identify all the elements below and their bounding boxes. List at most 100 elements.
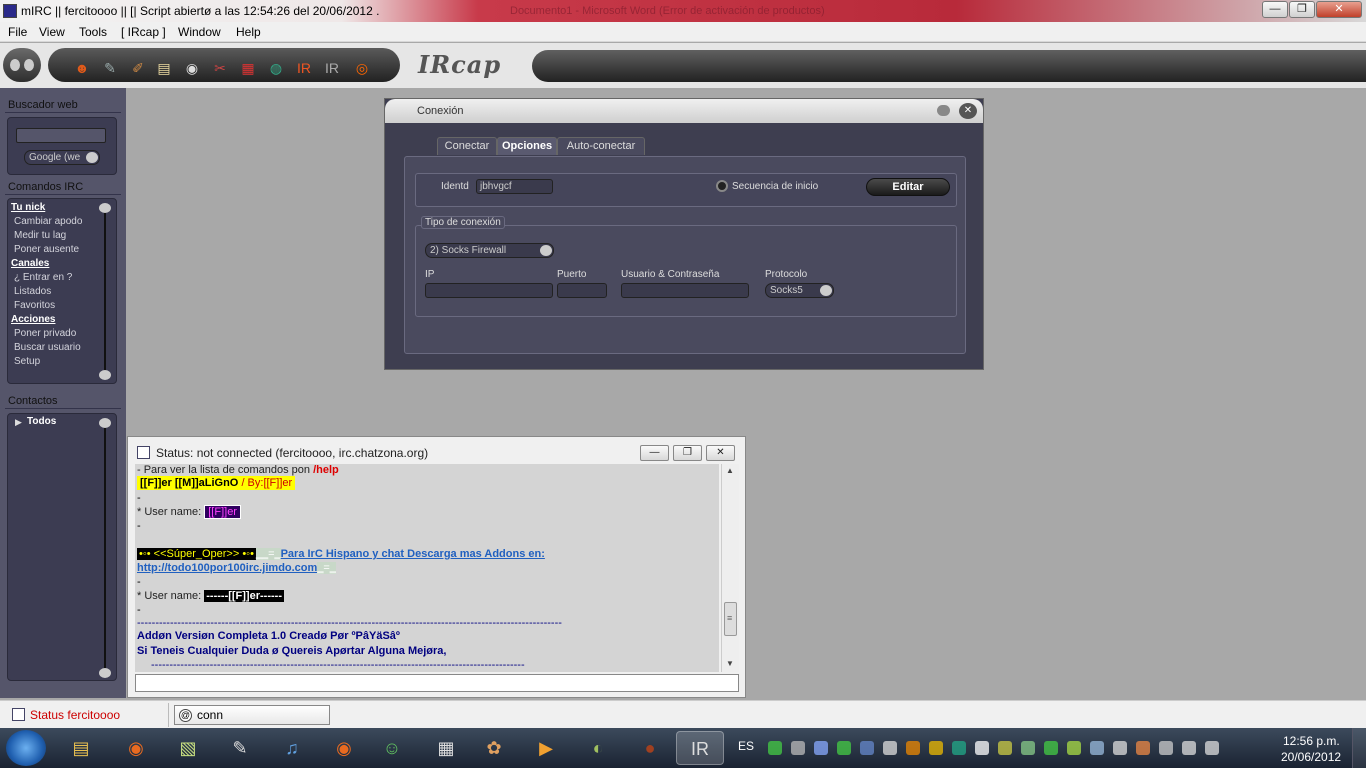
wifi-icon[interactable]	[975, 741, 989, 755]
menu-tools[interactable]: Tools	[79, 25, 107, 39]
close-button[interactable]: ✕	[1316, 1, 1362, 18]
switchbar-status-button[interactable]: Status fercitoooo	[30, 708, 120, 722]
status-close-button[interactable]: ✕	[706, 445, 735, 461]
signal-icon[interactable]	[791, 741, 805, 755]
brush-icon[interactable]: ✐	[128, 58, 148, 78]
notepad-icon[interactable]: ▦	[422, 731, 470, 765]
script-editor-icon[interactable]: ✎	[216, 731, 264, 765]
flag-icon[interactable]	[1182, 741, 1196, 755]
url-link[interactable]: http://todo100por100irc.jimdo.com	[137, 562, 317, 574]
contacts-scrollbar[interactable]	[104, 424, 106, 672]
leaf-icon[interactable]	[1067, 741, 1081, 755]
network-icon[interactable]	[814, 741, 828, 755]
tab-conectar[interactable]: Conectar	[437, 137, 497, 155]
menu-help[interactable]: Help	[236, 25, 261, 39]
ircap-icon[interactable]: IR	[294, 58, 314, 78]
start-button[interactable]	[6, 730, 46, 766]
sidebar-command-11[interactable]: Setup	[14, 356, 40, 367]
media-player-icon[interactable]: ▶	[522, 731, 570, 765]
scroll-up-icon[interactable]	[99, 418, 111, 428]
ircap-task-icon[interactable]: IR	[676, 731, 724, 765]
explorer-icon[interactable]: ▤	[57, 731, 105, 765]
menu-window[interactable]: Window	[178, 25, 221, 39]
itunes-icon[interactable]: ♫	[268, 731, 316, 765]
commands-scrollbar[interactable]	[104, 210, 106, 374]
sidebar-command-2[interactable]: Medir tu lag	[14, 230, 66, 241]
disk-icon[interactable]: ◉	[182, 58, 202, 78]
speaker-icon[interactable]	[1136, 741, 1150, 755]
firefox-icon[interactable]: ◉	[112, 731, 160, 765]
show-desktop-button[interactable]	[1352, 728, 1366, 768]
clock-time[interactable]: 12:56 p.m.	[1283, 734, 1340, 748]
scroll-thumb[interactable]: ≡	[724, 602, 737, 636]
firefox2-icon[interactable]: ◉	[320, 731, 368, 765]
tor-icon[interactable]: ◐	[574, 731, 622, 765]
orb-icon[interactable]: ●	[626, 731, 674, 765]
sidebar-command-0[interactable]: Tu nick	[11, 202, 45, 213]
messenger-icon[interactable]: ☺	[368, 731, 416, 765]
connection-type-select[interactable]: 2) Socks Firewall	[425, 243, 554, 258]
security-icon[interactable]	[1090, 741, 1104, 755]
search-engine-select[interactable]: Google (we	[24, 150, 100, 165]
bluetooth-icon[interactable]	[883, 741, 897, 755]
minimize-button[interactable]: —	[1262, 1, 1288, 18]
tab-opciones[interactable]: Opciones	[497, 137, 557, 155]
cpu-icon[interactable]	[860, 741, 874, 755]
contacts-group-todos[interactable]: Todos	[27, 416, 56, 427]
user-password-input[interactable]	[621, 283, 749, 298]
smiley-icon[interactable]: ☻	[72, 58, 92, 78]
sticky-notes-icon[interactable]: ▧	[164, 731, 212, 765]
globe-icon[interactable]	[952, 741, 966, 755]
sidebar-command-1[interactable]: Cambiar apodo	[14, 216, 82, 227]
mirc-app-icon[interactable]	[3, 4, 17, 18]
promo-link[interactable]: Para IrC Hispano y chat Descarga mas Add…	[281, 548, 545, 560]
switchbar-input[interactable]: conn	[174, 705, 330, 725]
update-icon[interactable]	[906, 741, 920, 755]
menu-view[interactable]: View	[39, 25, 65, 39]
status-restore-button[interactable]: ❐	[673, 445, 702, 461]
scroll-down-icon[interactable]	[99, 370, 111, 380]
monitor-icon[interactable]	[1159, 741, 1173, 755]
tools-icon[interactable]: ✎	[100, 58, 120, 78]
port-input[interactable]	[557, 283, 607, 298]
gift-icon[interactable]: ▦	[238, 58, 258, 78]
status-scrollbar[interactable]: ▲ ≡ ▼	[721, 464, 739, 672]
sidebar-command-6[interactable]: Listados	[14, 286, 51, 297]
lifebuoy-icon[interactable]: ◎	[352, 58, 372, 78]
dialog-titlebar[interactable]: Conexión ✕	[385, 99, 983, 123]
edit-button[interactable]: Editar	[866, 178, 950, 196]
language-indicator[interactable]: ES	[738, 739, 754, 753]
device-icon[interactable]	[1021, 741, 1035, 755]
tab-auto-conectar[interactable]: Auto-conectar	[557, 137, 645, 155]
tray-icon[interactable]	[768, 741, 782, 755]
expand-icon[interactable]: ▶	[15, 417, 22, 428]
maximize-button[interactable]: ❐	[1289, 1, 1315, 18]
sidebar-command-10[interactable]: Buscar usuario	[14, 342, 81, 353]
startup-sequence-radio[interactable]	[716, 180, 728, 192]
volume-icon[interactable]	[1113, 741, 1127, 755]
star-icon[interactable]	[929, 741, 943, 755]
web-search-input[interactable]	[16, 128, 106, 143]
command-input[interactable]	[135, 674, 739, 692]
sidebar-command-9[interactable]: Poner privado	[14, 328, 76, 339]
note-icon[interactable]: ▤	[154, 58, 174, 78]
wrench-icon[interactable]: ✂	[210, 58, 230, 78]
scroll-down-icon[interactable]: ▼	[726, 659, 734, 668]
scroll-up-icon[interactable]: ▲	[726, 466, 734, 475]
status-minimize-button[interactable]: —	[640, 445, 669, 461]
sidebar-command-8[interactable]: Acciones	[11, 314, 55, 325]
scroll-up-icon[interactable]	[99, 203, 111, 213]
identd-input[interactable]: jbhvgcf	[476, 179, 553, 194]
sidebar-command-7[interactable]: Favoritos	[14, 300, 55, 311]
scroll-down-icon[interactable]	[99, 668, 111, 678]
protocol-select[interactable]: Socks5	[765, 283, 834, 298]
sidebar-command-3[interactable]: Poner ausente	[14, 244, 79, 255]
dialog-close-button[interactable]: ✕	[959, 103, 977, 119]
battery-icon[interactable]	[998, 741, 1012, 755]
sidebar-command-5[interactable]: ¿ Entrar en ?	[14, 272, 72, 283]
table-icon[interactable]	[1044, 741, 1058, 755]
paint-icon[interactable]: ✿	[470, 731, 518, 765]
nav-pill[interactable]	[3, 48, 41, 82]
status-log[interactable]: - Para ver la lista de comandos pon /hel…	[135, 464, 719, 672]
power-icon[interactable]	[1205, 741, 1219, 755]
